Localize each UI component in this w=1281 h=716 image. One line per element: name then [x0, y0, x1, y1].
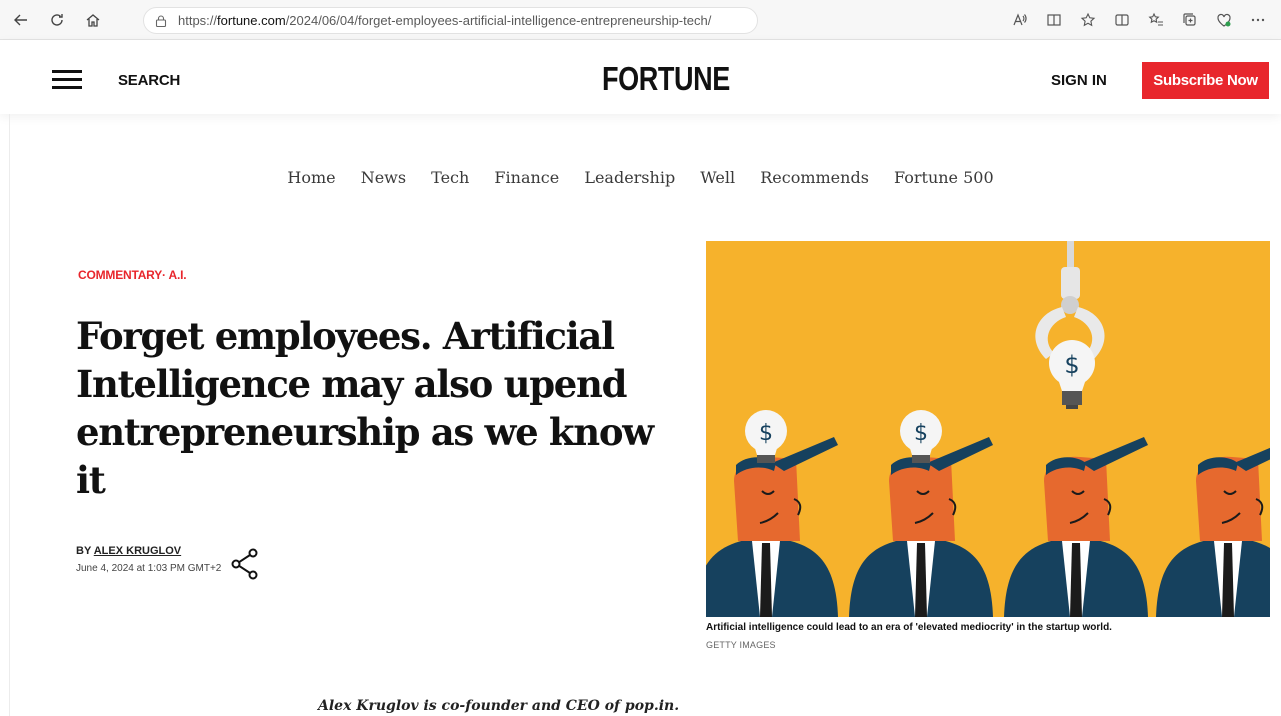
svg-text:$: $	[1064, 351, 1079, 379]
nav-item-leadership[interactable]: Leadership	[584, 168, 675, 187]
back-icon[interactable]	[6, 5, 36, 35]
article-headline: Forget employees. Artificial Intelligenc…	[76, 314, 654, 502]
collections-icon[interactable]	[1173, 5, 1207, 35]
address-bar[interactable]: https://fortune.com/2024/06/04/forget-em…	[143, 7, 758, 34]
sign-in-link[interactable]: SIGN IN	[1051, 72, 1107, 89]
home-icon[interactable]	[78, 5, 108, 35]
url-host: fortune.com	[217, 13, 286, 28]
page-edge	[0, 114, 10, 716]
hero-image: $ $ $	[706, 241, 1270, 617]
author-link[interactable]: ALEX KRUGLOV	[94, 545, 181, 557]
article-dek: Alex Kruglov is co-founder and CEO of po…	[318, 698, 680, 714]
site-info-icon[interactable]	[154, 14, 168, 28]
read-aloud-icon[interactable]	[1003, 5, 1037, 35]
svg-text:$: $	[759, 421, 773, 446]
svg-text:$: $	[914, 421, 928, 446]
url-path: /2024/06/04/forget-employees-artificial-…	[285, 13, 712, 28]
image-caption: Artificial intelligence could lead to an…	[706, 622, 1112, 633]
site-header: SEARCH FORTUNE SIGN IN Subscribe Now	[0, 40, 1281, 114]
search-button[interactable]: SEARCH	[118, 72, 180, 89]
favorite-star-icon[interactable]	[1071, 5, 1105, 35]
browser-toolbar: https://fortune.com/2024/06/04/forget-em…	[0, 0, 1281, 40]
menu-icon[interactable]	[52, 70, 82, 90]
browser-essentials-icon[interactable]	[1207, 5, 1241, 35]
nav-item-fortune-500[interactable]: Fortune 500	[894, 168, 994, 187]
nav-item-recommends[interactable]: Recommends	[760, 168, 869, 187]
more-options-icon[interactable]	[1241, 5, 1275, 35]
split-screen-icon[interactable]	[1105, 5, 1139, 35]
favorites-list-icon[interactable]	[1139, 5, 1173, 35]
hero-illustration: $ $ $	[706, 241, 1270, 617]
share-icon[interactable]	[230, 548, 260, 580]
section-nav: Home News Tech Finance Leadership Well R…	[0, 168, 1281, 187]
article-kicker[interactable]: COMMENTARY· A.I.	[78, 268, 187, 282]
nav-item-home[interactable]: Home	[287, 168, 335, 187]
browser-tools	[1003, 5, 1275, 35]
byline: BY ALEX KRUGLOV	[76, 545, 181, 557]
url-prefix: https://	[178, 13, 218, 28]
fortune-logo[interactable]: FORTUNE	[602, 60, 730, 98]
publish-date: June 4, 2024 at 1:03 PM GMT+2	[76, 563, 222, 574]
nav-item-well[interactable]: Well	[700, 168, 735, 187]
byline-prefix: BY	[76, 545, 94, 557]
nav-item-finance[interactable]: Finance	[494, 168, 559, 187]
refresh-icon[interactable]	[42, 5, 72, 35]
nav-item-news[interactable]: News	[361, 168, 406, 187]
immersive-reader-icon[interactable]	[1037, 5, 1071, 35]
image-credit: GETTY IMAGES	[706, 640, 776, 650]
subscribe-button[interactable]: Subscribe Now	[1142, 62, 1269, 99]
nav-item-tech[interactable]: Tech	[431, 168, 469, 187]
